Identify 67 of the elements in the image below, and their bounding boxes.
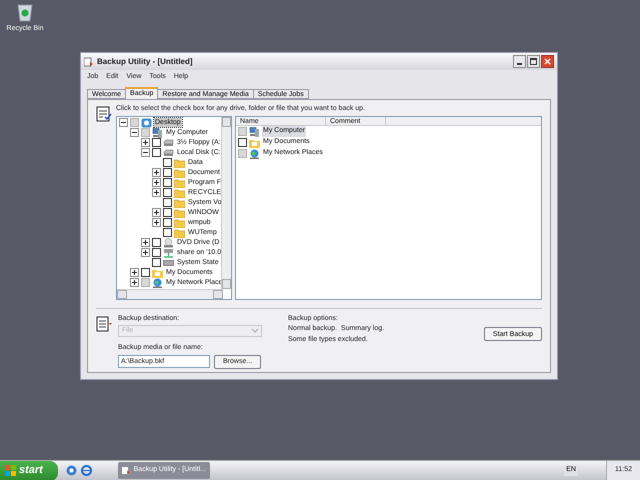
checkbox[interactable] xyxy=(152,258,161,267)
system-state-icon xyxy=(163,258,174,268)
checkbox[interactable] xyxy=(238,127,247,136)
checklist-icon xyxy=(96,106,112,122)
folder-icon xyxy=(174,168,185,178)
folder-icon xyxy=(174,198,185,208)
folder-icon xyxy=(174,228,185,238)
checkbox[interactable] xyxy=(163,218,172,227)
globe-icon xyxy=(152,278,163,288)
checkbox[interactable] xyxy=(163,178,172,187)
expand-icon[interactable] xyxy=(141,138,150,147)
checkbox[interactable] xyxy=(163,188,172,197)
checkbox[interactable] xyxy=(163,158,172,167)
expand-icon[interactable] xyxy=(152,168,161,177)
window-title: Backup Utility - [Untitled] xyxy=(97,56,193,68)
folder-icon xyxy=(174,158,185,168)
expand-icon[interactable] xyxy=(152,208,161,217)
folder-icon xyxy=(174,178,185,188)
windows-flag-icon xyxy=(5,465,16,476)
expand-icon[interactable] xyxy=(130,278,139,287)
expand-icon[interactable] xyxy=(130,268,139,277)
folder-icon xyxy=(174,208,185,218)
checkbox[interactable] xyxy=(163,208,172,217)
browser-icon[interactable] xyxy=(81,465,92,476)
folder-icon xyxy=(174,218,185,228)
collapse-icon[interactable] xyxy=(130,128,139,137)
maximize-button[interactable] xyxy=(527,55,540,68)
checkbox[interactable] xyxy=(141,128,150,137)
expand-icon[interactable] xyxy=(152,178,161,187)
expand-icon[interactable] xyxy=(141,248,150,257)
recycle-bin-icon[interactable] xyxy=(16,2,34,22)
disc-drive-icon xyxy=(163,238,174,248)
checkbox[interactable] xyxy=(238,138,247,147)
expand-icon[interactable] xyxy=(141,238,150,247)
checkbox[interactable] xyxy=(238,149,247,158)
checkbox[interactable] xyxy=(152,238,161,247)
checkbox[interactable] xyxy=(163,168,172,177)
backup-app-icon xyxy=(122,466,131,475)
close-button[interactable] xyxy=(541,55,554,68)
network-drive-icon xyxy=(163,248,174,258)
close-icon xyxy=(544,58,551,65)
drive-icon xyxy=(163,138,174,148)
globe-icon xyxy=(249,148,260,158)
documents-folder-icon xyxy=(249,138,260,148)
collapse-icon[interactable] xyxy=(141,148,150,157)
backup-document-icon xyxy=(96,316,114,332)
checkbox[interactable] xyxy=(152,248,161,257)
checkbox[interactable] xyxy=(152,148,161,157)
checkbox[interactable] xyxy=(130,118,139,127)
checkbox[interactable] xyxy=(141,268,150,277)
checkbox[interactable] xyxy=(141,278,150,287)
computer-icon xyxy=(152,128,163,138)
checkbox[interactable] xyxy=(163,198,172,207)
desktop-shortcut-icon[interactable] xyxy=(66,465,77,476)
checkbox[interactable] xyxy=(163,228,172,237)
expand-icon[interactable] xyxy=(152,188,161,197)
backup-app-icon xyxy=(84,56,94,66)
horizontal-scrollbar[interactable] xyxy=(117,288,223,298)
expand-icon[interactable] xyxy=(152,218,161,227)
checkbox[interactable] xyxy=(152,138,161,147)
collapse-icon[interactable] xyxy=(119,118,128,127)
folder-icon xyxy=(174,188,185,198)
documents-folder-icon xyxy=(152,268,163,278)
vertical-scrollbar[interactable] xyxy=(221,116,231,288)
computer-icon xyxy=(249,126,260,136)
drive-icon xyxy=(163,148,174,158)
minimize-button[interactable] xyxy=(513,55,526,68)
